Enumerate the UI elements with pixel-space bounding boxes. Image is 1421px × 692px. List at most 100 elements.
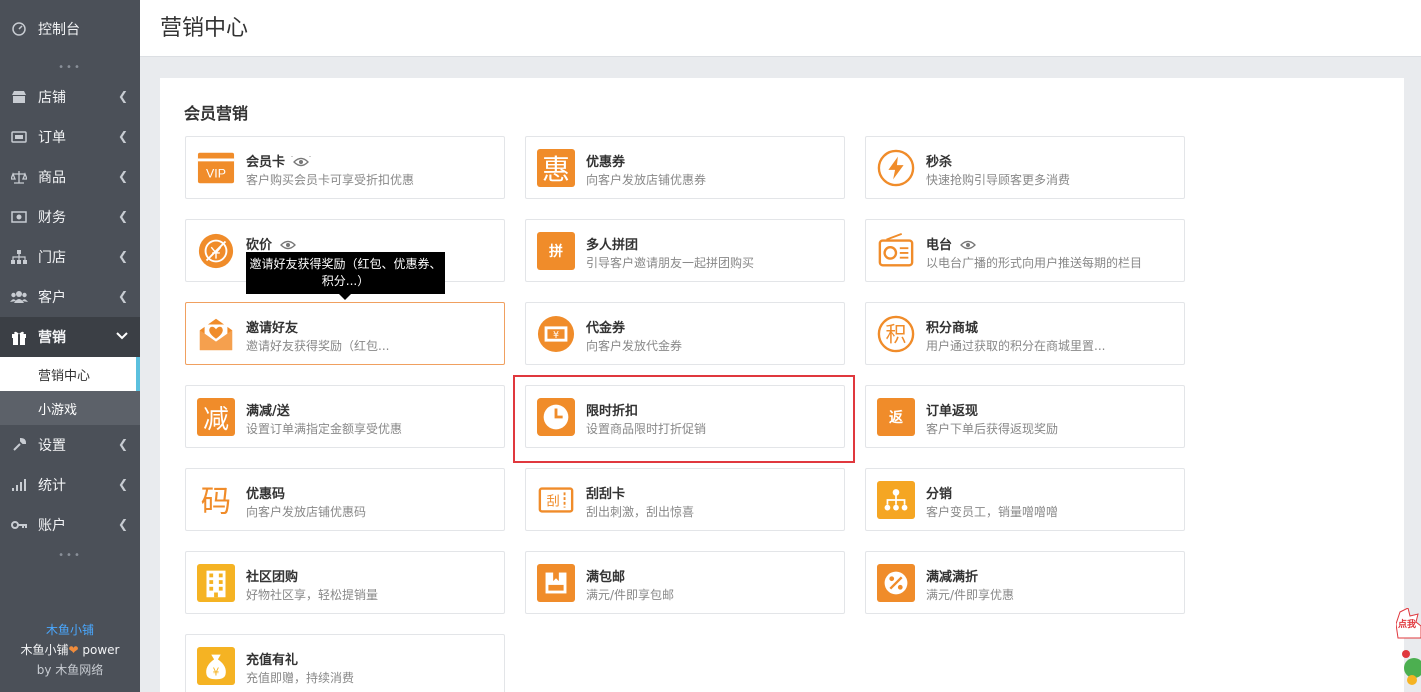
finance-icon — [10, 209, 28, 225]
card-desc: 用户通过获取的积分在商城里置... — [926, 339, 1106, 353]
card-title: 满减/送 — [246, 404, 290, 419]
card-desc: 满元/件即享优惠 — [926, 588, 1015, 602]
sidebar-item-dashboard[interactable]: 控制台 — [0, 0, 140, 57]
card-radio[interactable]: 电台 以电台广播的形式向用户推送每期的栏目 — [865, 219, 1185, 282]
sidebar-item-marketing[interactable]: 营销 — [0, 317, 140, 357]
card-full-discount[interactable]: 满减满折 满元/件即享优惠 — [865, 551, 1185, 614]
dashboard-icon — [10, 21, 28, 37]
hui-glyph: 惠 — [537, 149, 575, 187]
card-coupon[interactable]: 惠 优惠券 向客户发放店铺优惠券 — [525, 136, 845, 199]
sidebar-item-shop[interactable]: 店铺 ❮ — [0, 77, 140, 117]
full-reduce-icon: 减 — [197, 398, 235, 436]
card-order-cashback[interactable]: 返 订单返现 客户下单后获得返现奖励 — [865, 385, 1185, 448]
sidebar-item-stores[interactable]: 门店 ❮ — [0, 237, 140, 277]
sidebar-item-goods[interactable]: 商品 ❮ — [0, 157, 140, 197]
points-icon: 积 — [877, 315, 915, 353]
chevron-down-icon — [116, 329, 128, 343]
sidebar-subitem-marketing-center[interactable]: 营销中心 — [0, 357, 140, 391]
card-desc: 客户下单后获得返现奖励 — [926, 422, 1059, 436]
customers-icon — [10, 289, 28, 305]
lightning-icon — [877, 149, 915, 187]
card-desc: 设置商品限时打折促销 — [586, 422, 707, 436]
card-community-group-buy[interactable]: 社区团购 好物社区享，轻松提销量 — [185, 551, 505, 614]
eye-icon[interactable] — [958, 239, 978, 251]
card-free-shipping[interactable]: 满包邮 满元/件即享包邮 — [525, 551, 845, 614]
chevron-left-icon: ❮ — [117, 517, 128, 531]
page-header: 营销中心 — [140, 0, 1421, 57]
scratch-card-icon: 刮 — [537, 481, 575, 519]
card-points-mall[interactable]: 积 积分商城 用户通过获取的积分在商城里置... — [865, 302, 1185, 365]
promo-code-icon: 码 — [197, 481, 235, 519]
card-title: 限时折扣 — [586, 404, 639, 419]
floating-helper-widget[interactable]: 点我 — [1395, 607, 1421, 692]
hui-coupon-icon: 惠 — [537, 149, 575, 187]
wrench-icon — [10, 437, 28, 453]
chevron-left-icon: ❮ — [117, 477, 128, 491]
sidebar-item-stats[interactable]: 统计 ❮ — [0, 465, 140, 505]
card-desc: 设置订单满指定金额享受优惠 — [246, 422, 403, 436]
card-title: 充值有礼 — [246, 653, 299, 668]
card-group-buy[interactable]: 拼 多人拼团 引导客户邀请朋友一起拼团购买 — [525, 219, 845, 282]
card-title: 电台 — [926, 234, 978, 253]
card-title: 优惠码 — [246, 487, 286, 502]
card-recharge-gift[interactable]: ¥ 充值有礼 充值即赠，持续消费 — [185, 634, 505, 692]
eye-icon[interactable] — [291, 156, 311, 168]
clock-icon — [537, 398, 575, 436]
card-desc: 满元/件即享包邮 — [586, 588, 675, 602]
page-title: 营销中心 — [160, 16, 249, 41]
sidebar: 控制台 ••• 店铺 ❮ 订单 ❮ 商品 ❮ 财务 ❮ 门店 ❮ 客户 ❮ 营销… — [0, 0, 140, 692]
card-scratch-card[interactable]: 刮 刮刮卡 刮出刺激，刮出惊喜 — [525, 468, 845, 531]
eye-icon[interactable] — [278, 239, 298, 251]
card-desc: 邀请好友获得奖励（红包... — [246, 339, 390, 353]
invite-heart-icon — [197, 315, 235, 353]
by-text: by 木鱼网络 — [36, 663, 104, 677]
card-desc: 以电台广播的形式向用户推送每期的栏目 — [926, 256, 1143, 270]
card-title: 秒杀 — [926, 155, 953, 170]
card-title-text: 会员卡 — [246, 155, 286, 170]
jian-glyph: 减 — [197, 398, 235, 436]
brand-link[interactable]: 木鱼小铺 — [0, 620, 140, 640]
svg-text:¥: ¥ — [213, 667, 220, 679]
card-title-text: 砍价 — [246, 238, 273, 253]
power-text: 木鱼小铺❤ power — [0, 640, 140, 660]
card-desc: 向客户发放店铺优惠码 — [246, 505, 367, 519]
order-icon — [10, 129, 28, 145]
section-title: 会员营销 — [184, 104, 249, 123]
card-member-card[interactable]: VIP 会员卡 客户购买会员卡可享受折扣优惠 — [185, 136, 505, 199]
sidebar-item-order[interactable]: 订单 ❮ — [0, 117, 140, 157]
card-voucher[interactable]: ¥ 代金券 向客户发放代金券 — [525, 302, 845, 365]
sidebar-subitem-mini-games[interactable]: 小游戏 — [0, 391, 140, 425]
card-promo-code[interactable]: 码 优惠码 向客户发放店铺优惠码 — [185, 468, 505, 531]
card-title: 积分商城 — [926, 321, 979, 336]
building-icon — [197, 564, 235, 602]
card-desc: 客户购买会员卡可享受折扣优惠 — [246, 173, 415, 187]
key-icon — [10, 517, 28, 533]
sidebar-item-customers[interactable]: 客户 ❮ — [0, 277, 140, 317]
divider-dots: ••• — [58, 61, 82, 73]
card-time-discount[interactable]: 限时折扣 设置商品限时打折促销 — [525, 385, 845, 448]
sidebar-item-account[interactable]: 账户 ❮ — [0, 505, 140, 545]
shop-icon — [10, 89, 28, 105]
card-full-reduce[interactable]: 减 满减/送 设置订单满指定金额享受优惠 — [185, 385, 505, 448]
card-title: 邀请好友 — [246, 321, 299, 336]
chevron-left-icon: ❮ — [117, 437, 128, 451]
chevron-left-icon: ❮ — [117, 169, 128, 183]
sidebar-item-settings[interactable]: 设置 ❮ — [0, 425, 140, 465]
card-desc: 客户变员工，销量噌噌噌 — [926, 505, 1059, 519]
card-title: 多人拼团 — [586, 238, 639, 253]
card-title-text: 电台 — [926, 238, 953, 253]
fan-glyph: 返 — [877, 398, 915, 436]
scale-icon — [10, 169, 28, 185]
card-invite-friends[interactable]: 邀请好友 邀请好友获得奖励（红包... — [185, 302, 505, 365]
card-title: 分销 — [926, 487, 953, 502]
card-desc: 快速抢购引导顾客更多消费 — [926, 173, 1071, 187]
card-desc: 好物社区享，轻松提销量 — [246, 588, 379, 602]
marketing-panel: 会员营销 VIP 会员卡 客户购买会员卡可享受折扣优惠 惠 优惠券 向客户发放店… — [160, 78, 1404, 692]
card-distribution[interactable]: 分销 客户变员工，销量噌噌噌 — [865, 468, 1185, 531]
card-desc: 充值即赠，持续消费 — [246, 671, 355, 685]
card-flash-sale[interactable]: 秒杀 快速抢购引导顾客更多消费 — [865, 136, 1185, 199]
sidebar-item-finance[interactable]: 财务 ❮ — [0, 197, 140, 237]
card-title: 代金券 — [586, 321, 626, 336]
ma-glyph: 码 — [201, 484, 231, 519]
store-tree-icon — [10, 249, 28, 265]
